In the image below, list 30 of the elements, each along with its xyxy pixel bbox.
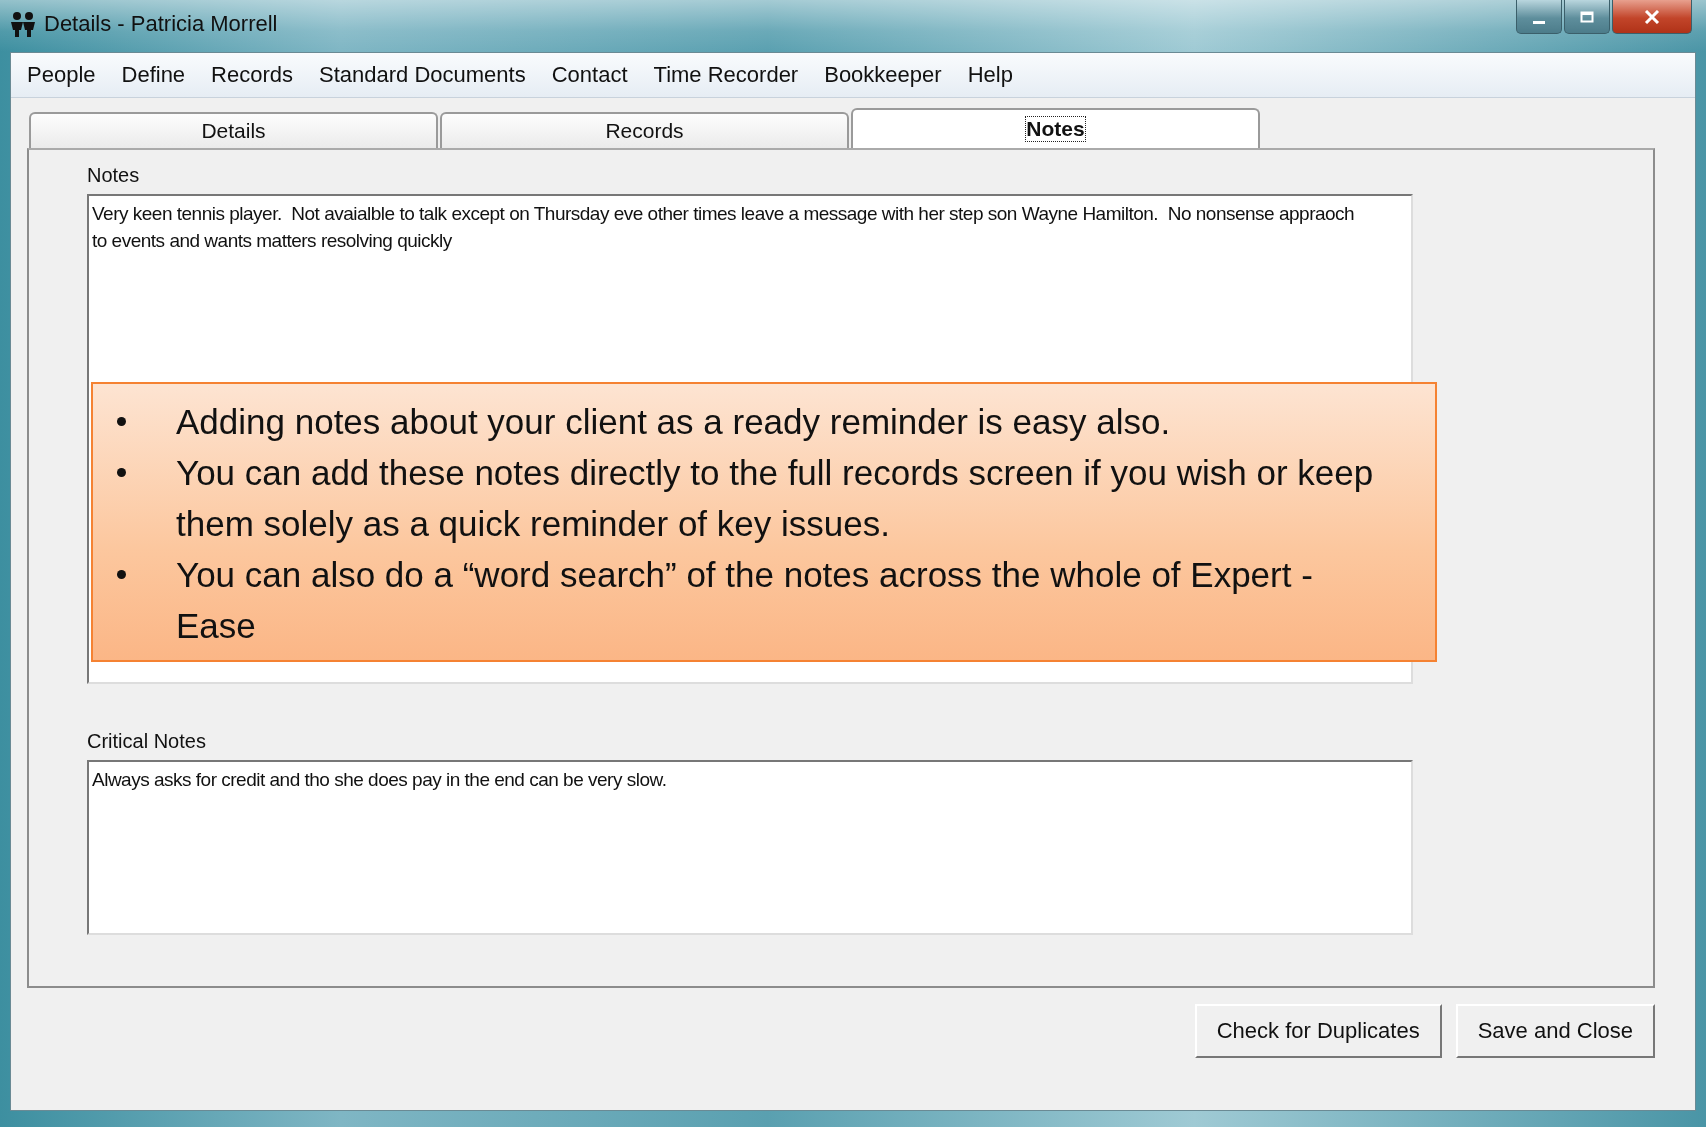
- dialog-button[interactable]: Save and Close: [1455, 1004, 1655, 1058]
- bullet-icon: [117, 417, 126, 426]
- field-label: Notes: [87, 164, 141, 188]
- maximize-button[interactable]: [1564, 0, 1610, 34]
- close-button[interactable]: [1612, 0, 1692, 34]
- callout-text: Adding notes about your client as a ready reminder is easy also.: [176, 401, 1171, 443]
- callout-text: You can also do a “word search” of the notes across the whole of Expert - Ease: [176, 554, 1314, 647]
- minimize-icon: [1533, 21, 1545, 24]
- menu-item[interactable]: Time Recorder: [641, 62, 813, 88]
- menu-item[interactable]: Define: [109, 62, 200, 88]
- menu-item[interactable]: Bookkeeper: [812, 62, 956, 88]
- menu-item[interactable]: Help: [955, 62, 1027, 88]
- bullet-icon: [117, 570, 126, 579]
- callout-text: You can add these notes directly to the full records screen if you wish or keep them solely as a quick reminder of key issues.: [176, 452, 1375, 545]
- field-label: Critical Notes: [87, 730, 207, 754]
- menu-item[interactable]: Standard Documents: [307, 62, 540, 88]
- tab[interactable]: Records: [440, 112, 849, 148]
- bullet-icon: [117, 468, 126, 477]
- critical-notes-field[interactable]: Always asks for credit and tho she does pay in the end can be very slow.: [87, 760, 1413, 935]
- close-icon: [1644, 9, 1660, 24]
- dialog-button[interactable]: Check for Duplicates: [1194, 1004, 1442, 1058]
- menu-item[interactable]: Records: [199, 62, 308, 88]
- menu-item[interactable]: Contact: [539, 62, 642, 88]
- tab[interactable]: Details: [29, 112, 438, 148]
- maximize-icon: [1580, 10, 1594, 23]
- people-icon: [8, 11, 38, 37]
- tab[interactable]: Notes: [851, 108, 1260, 148]
- menu-item[interactable]: People: [15, 62, 110, 88]
- window-title: Details - Patricia Morrell: [44, 11, 278, 37]
- minimize-button[interactable]: [1516, 0, 1562, 34]
